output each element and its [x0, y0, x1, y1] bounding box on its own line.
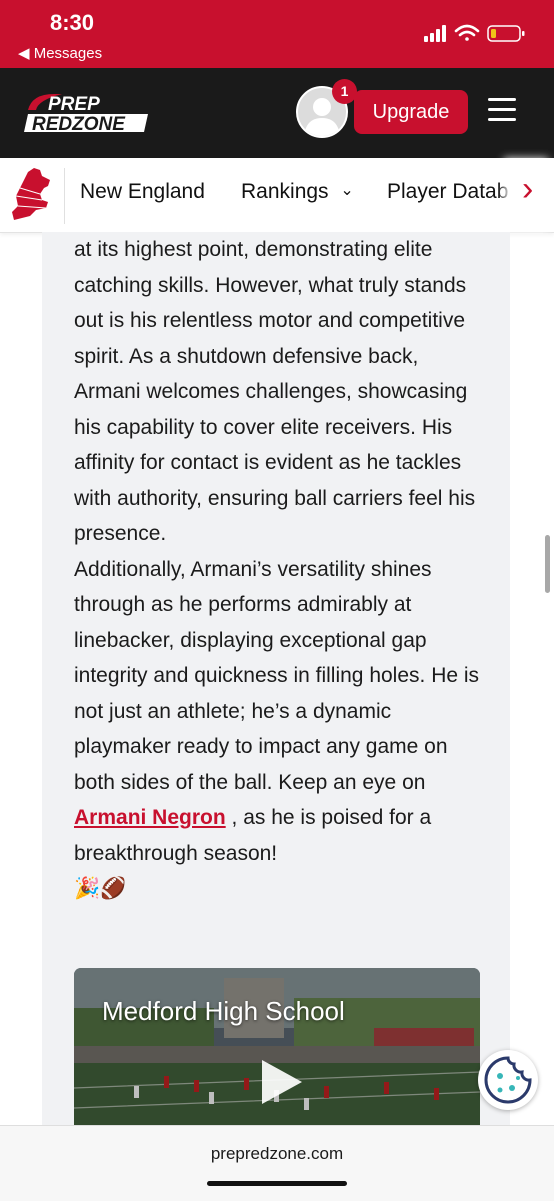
chevron-right-icon: ›: [522, 170, 534, 208]
page-scrollbar[interactable]: [545, 535, 550, 593]
home-indicator[interactable]: [207, 1181, 347, 1186]
cookie-settings-button[interactable]: [478, 1050, 538, 1110]
svg-text:REDZONE: REDZONE: [32, 114, 126, 135]
video-title: Medford High School: [102, 996, 345, 1026]
play-icon[interactable]: [258, 1058, 306, 1106]
emoji-line: 🎉🏈: [74, 877, 127, 900]
nav-divider: [64, 168, 65, 224]
battery-icon: [487, 25, 525, 42]
nav-item-player-database[interactable]: Player Datab: [387, 180, 508, 204]
status-bar: 8:30 ◀ Messages: [0, 0, 554, 68]
article-paragraph: Additionally, Armani’s versatility shine…: [74, 552, 484, 872]
nav-scroll-right-button[interactable]: ›: [510, 158, 554, 232]
article-paragraph: at its highest point, demonstrating elit…: [74, 238, 476, 545]
new-england-map-icon[interactable]: [10, 166, 54, 224]
signal-icon: [424, 25, 446, 42]
status-time: 8:30: [50, 10, 95, 35]
hamburger-menu-icon[interactable]: [488, 98, 516, 124]
status-icons: [424, 24, 525, 42]
paragraph-text: Additionally, Armani’s versatility shine…: [74, 557, 480, 794]
back-to-messages-link[interactable]: ◀ Messages: [18, 44, 102, 62]
player-profile-link[interactable]: Armani Negron: [74, 806, 226, 829]
nav-item-new-england[interactable]: New England: [80, 180, 205, 204]
upgrade-button[interactable]: Upgrade: [354, 90, 468, 134]
browser-url[interactable]: prepredzone.com: [0, 1144, 554, 1164]
article-body: at its highest point, demonstrating elit…: [74, 232, 484, 907]
nav-item-rankings[interactable]: Rankings ⌄: [241, 180, 354, 204]
prep-redzone-logo[interactable]: PREP REDZONE: [22, 90, 152, 136]
svg-text:PREP: PREP: [48, 94, 100, 115]
nav-item-label: Rankings: [241, 180, 329, 203]
cookie-icon: [484, 1056, 532, 1104]
wifi-icon: [454, 24, 480, 41]
chevron-down-icon: ⌄: [340, 182, 354, 199]
